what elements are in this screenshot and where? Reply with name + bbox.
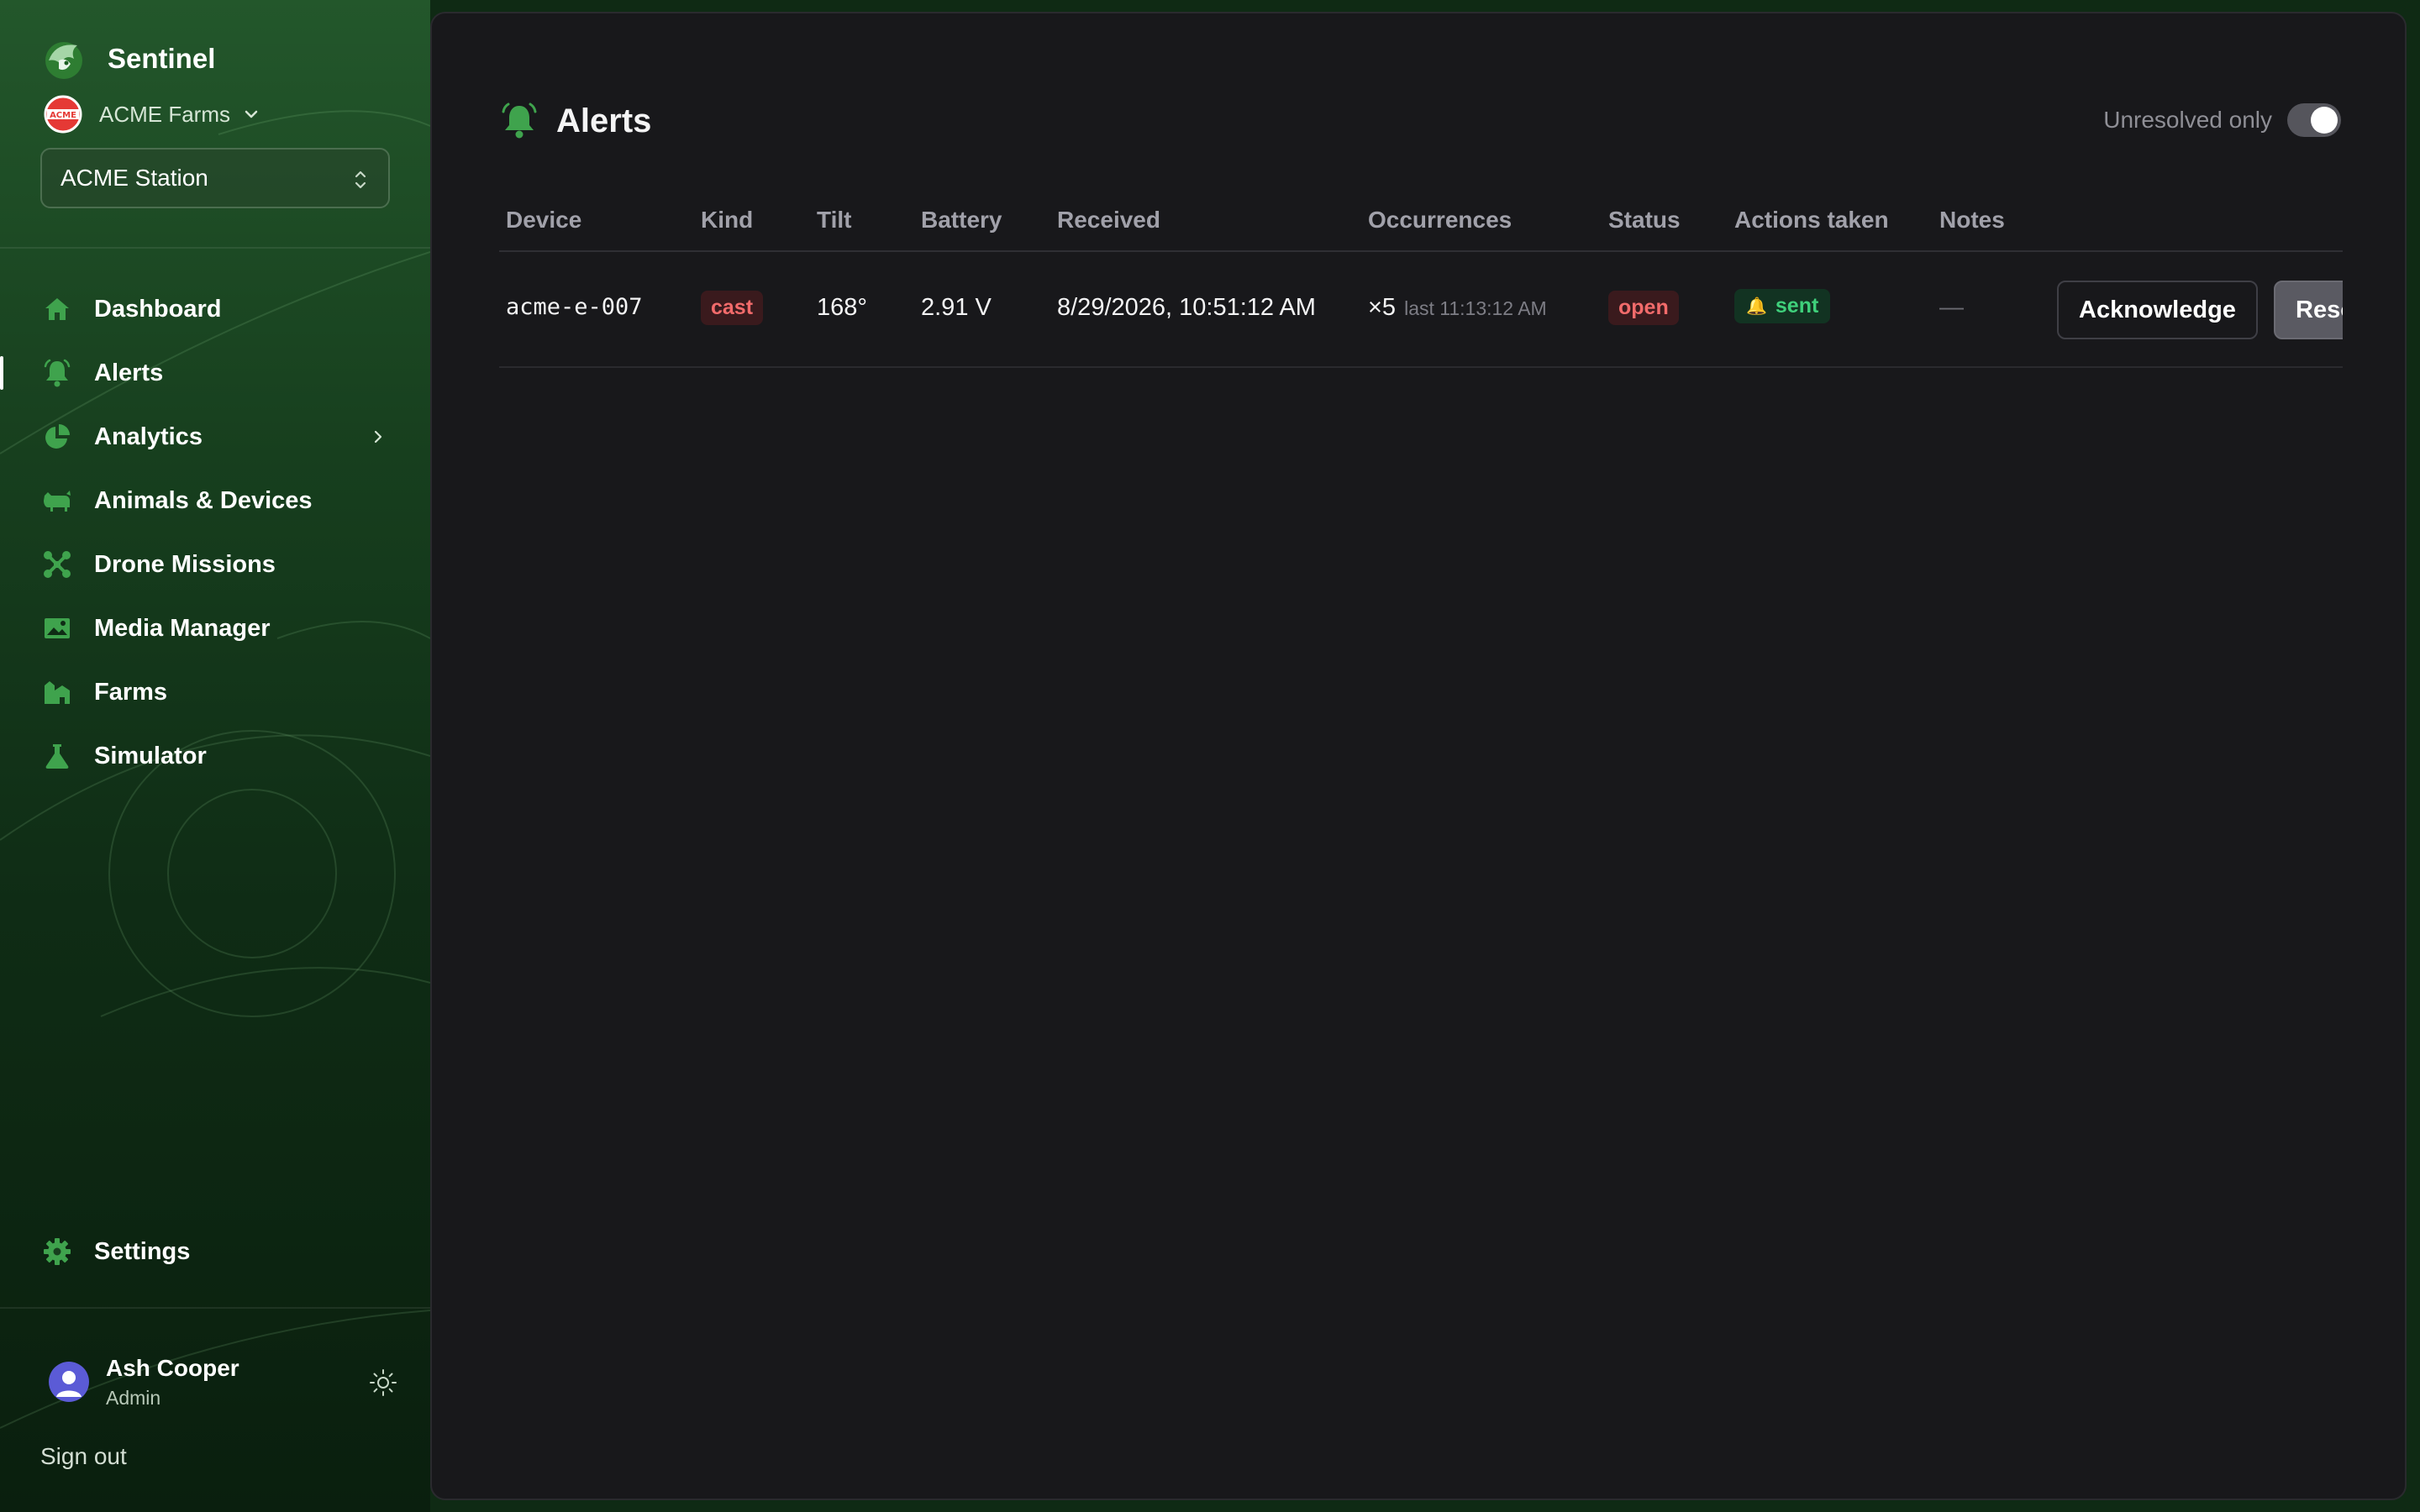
- table-header: Device Kind Tilt Battery Received Occurr…: [499, 186, 2343, 252]
- alerts-table: Device Kind Tilt Battery Received Occurr…: [499, 186, 2343, 368]
- sidebar-item-label: Media Manager: [94, 614, 271, 642]
- station-select-value: ACME Station: [60, 165, 208, 191]
- sidebar-item-label: Simulator: [94, 742, 207, 769]
- flask-icon: [40, 739, 74, 773]
- user-name: Ash Cooper: [106, 1354, 239, 1381]
- station-select[interactable]: ACME Station: [40, 148, 390, 208]
- gear-icon: [40, 1235, 74, 1268]
- farm-icon: [40, 675, 74, 709]
- cell-occurrences: ×5 last 11:13:12 AM: [1368, 294, 1547, 322]
- theme-toggle-button[interactable]: [365, 1364, 402, 1401]
- sidebar-item-simulator[interactable]: Simulator: [0, 724, 430, 788]
- org-name: ACME Farms: [99, 101, 230, 127]
- sidebar-item-label: Settings: [94, 1237, 191, 1265]
- image-icon: [40, 612, 74, 645]
- sidebar-item-label: Farms: [94, 678, 168, 706]
- cell-received: 8/29/2026, 10:51:12 AM: [1057, 294, 1316, 321]
- resolve-button[interactable]: Reso: [2274, 281, 2343, 339]
- sidebar-item-analytics[interactable]: Analytics: [0, 405, 430, 469]
- column-header-actions-taken[interactable]: Actions taken: [1734, 207, 1889, 234]
- sidebar-item-label: Alerts: [94, 359, 164, 386]
- sidebar-item-drone-missions[interactable]: Drone Missions: [0, 533, 430, 596]
- chevron-down-icon: [245, 110, 258, 118]
- sidebar-item-label: Animals & Devices: [94, 486, 313, 514]
- sidebar-item-farms[interactable]: Farms: [0, 660, 430, 724]
- actions-taken-text: sent: [1775, 294, 1819, 318]
- cell-tilt: 168°: [817, 294, 867, 321]
- home-icon: [40, 292, 74, 326]
- app-root: Sentinel ACME ACME Farms ACME Station Da…: [0, 0, 2420, 1512]
- cell-status: open: [1608, 291, 1679, 325]
- chevron-right-icon: [374, 430, 382, 444]
- drone-icon: [40, 548, 74, 581]
- sidebar-item-label: Analytics: [94, 423, 203, 450]
- acknowledge-button[interactable]: Acknowledge: [2057, 281, 2258, 339]
- page-title: Alerts: [556, 102, 652, 139]
- user-profile[interactable]: Ash Cooper Admin: [49, 1352, 402, 1411]
- sidebar-item-label: Drone Missions: [94, 550, 276, 578]
- status-badge: open: [1608, 291, 1679, 325]
- column-header-received[interactable]: Received: [1057, 207, 1160, 234]
- unresolved-filter: Unresolved only: [2103, 101, 2341, 139]
- sun-icon: [370, 1369, 397, 1396]
- unresolved-only-toggle[interactable]: [2287, 103, 2341, 137]
- sidebar-item-settings[interactable]: Settings: [0, 1220, 430, 1284]
- brand[interactable]: Sentinel: [40, 34, 215, 84]
- select-arrows-icon: [355, 171, 366, 189]
- column-header-battery[interactable]: Battery: [921, 207, 1002, 234]
- sign-out-link[interactable]: Sign out: [40, 1443, 127, 1470]
- column-header-occurrences[interactable]: Occurrences: [1368, 207, 1512, 234]
- sidebar: Sentinel ACME ACME Farms ACME Station Da…: [0, 0, 430, 1512]
- brand-name: Sentinel: [108, 43, 216, 74]
- toggle-knob: [2311, 107, 2338, 134]
- sidebar-settings-section: Settings: [0, 1220, 430, 1284]
- avatar: [49, 1362, 89, 1402]
- sidebar-divider: [0, 1307, 430, 1309]
- pie-chart-icon: [40, 420, 74, 454]
- user-icon: [56, 1371, 82, 1397]
- page-header: Alerts: [499, 87, 651, 155]
- occurrence-last-time: last 11:13:12 AM: [1404, 297, 1547, 319]
- column-header-device[interactable]: Device: [506, 207, 581, 234]
- main-panel: Alerts Unresolved only Device Kind Tilt …: [430, 12, 2407, 1500]
- table-row: acme-e-007 cast 168° 2.91 V 8/29/2026, 1…: [499, 252, 2343, 368]
- sidebar-item-animals-devices[interactable]: Animals & Devices: [0, 469, 430, 533]
- sidebar-item-label: Dashboard: [94, 295, 222, 323]
- bell-icon: [40, 356, 74, 390]
- column-header-status[interactable]: Status: [1608, 207, 1681, 234]
- acme-logo-text: ACME: [50, 111, 76, 120]
- sentinel-logo-icon: [45, 42, 82, 79]
- bell-emoji-icon: 🔔: [1746, 297, 1767, 316]
- kind-badge: cast: [701, 291, 764, 325]
- bell-icon: [502, 102, 537, 139]
- occurrence-count: ×5: [1368, 294, 1397, 321]
- cell-actions-taken: 🔔 sent: [1734, 289, 1831, 323]
- user-role: Admin: [106, 1386, 161, 1409]
- column-header-notes[interactable]: Notes: [1939, 207, 2005, 234]
- cell-kind: cast: [701, 291, 764, 325]
- column-header-kind[interactable]: Kind: [701, 207, 753, 234]
- sidebar-item-dashboard[interactable]: Dashboard: [0, 277, 430, 341]
- cow-icon: [40, 484, 74, 517]
- cell-battery: 2.91 V: [921, 294, 992, 321]
- sidebar-divider: [0, 247, 430, 249]
- user-text: Ash Cooper Admin: [106, 1355, 239, 1410]
- column-header-tilt[interactable]: Tilt: [817, 207, 851, 234]
- sidebar-nav: Dashboard Alerts Analytics Animals & Dev…: [0, 277, 430, 788]
- sidebar-item-media-manager[interactable]: Media Manager: [0, 596, 430, 660]
- org-switcher[interactable]: ACME ACME Farms: [44, 95, 260, 134]
- cell-notes: —: [1939, 294, 1964, 321]
- cell-device[interactable]: acme-e-007: [506, 294, 643, 320]
- unresolved-filter-label: Unresolved only: [2103, 107, 2272, 133]
- acme-logo-icon: ACME: [44, 95, 82, 134]
- actions-taken-badge: 🔔 sent: [1734, 289, 1831, 323]
- sidebar-item-alerts[interactable]: Alerts: [0, 341, 430, 405]
